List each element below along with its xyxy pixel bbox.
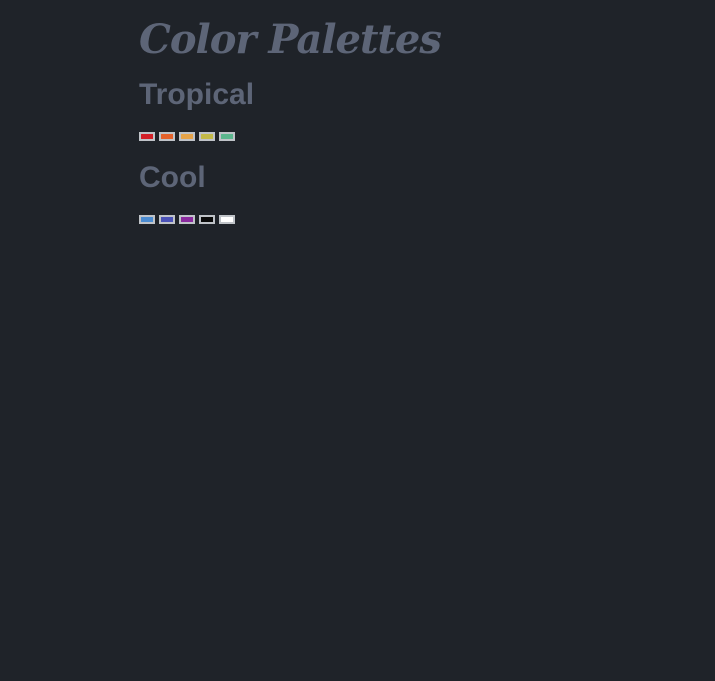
swatch-tropical-1[interactable] <box>139 132 155 141</box>
swatch-tropical-3[interactable] <box>179 132 195 141</box>
palette-swatches-tropical <box>139 132 235 141</box>
swatch-cool-1[interactable] <box>139 215 155 224</box>
palette-title-cool: Cool <box>139 161 206 194</box>
swatch-cool-5[interactable] <box>219 215 235 224</box>
page-title: Color Palettes <box>139 16 442 63</box>
swatch-tropical-2[interactable] <box>159 132 175 141</box>
swatch-cool-4[interactable] <box>199 215 215 224</box>
swatch-cool-2[interactable] <box>159 215 175 224</box>
palette-title-tropical: Tropical <box>139 78 255 111</box>
swatch-tropical-4[interactable] <box>199 132 215 141</box>
palette-swatches-cool <box>139 215 235 224</box>
swatch-cool-3[interactable] <box>179 215 195 224</box>
swatch-tropical-5[interactable] <box>219 132 235 141</box>
